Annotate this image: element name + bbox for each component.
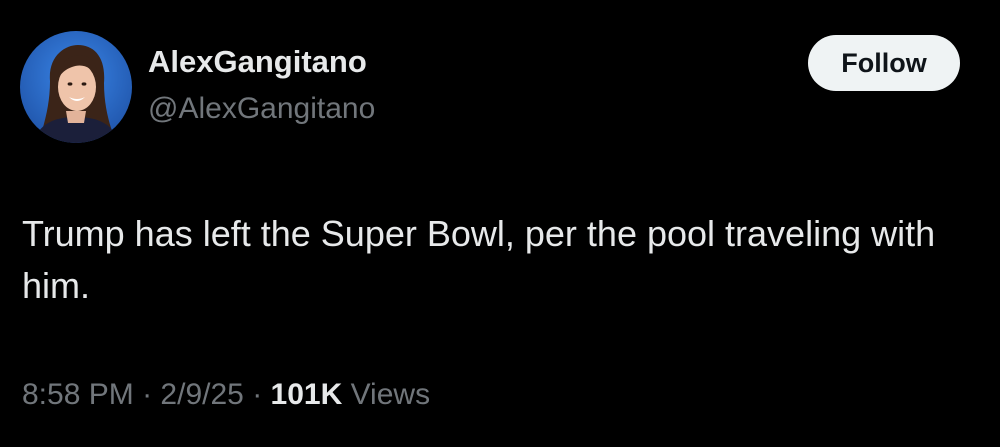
- meta-separator: ·: [252, 378, 263, 411]
- avatar[interactable]: [20, 31, 132, 143]
- views-count[interactable]: 101K: [271, 378, 343, 411]
- tweet-time[interactable]: 8:58 PM: [22, 378, 134, 411]
- tweet-text: Trump has left the Super Bowl, per the p…: [22, 213, 936, 306]
- tweet-date[interactable]: 2/9/25: [160, 378, 243, 411]
- tweet-meta: 8:58 PM · 2/9/25 · 101K Views: [22, 374, 430, 416]
- profile-photo-icon: [20, 31, 132, 143]
- follow-button[interactable]: Follow: [808, 35, 960, 91]
- author-handle[interactable]: @AlexGangitano: [148, 89, 375, 129]
- tweet-card: AlexGangitano @AlexGangitano Follow Trum…: [0, 0, 1000, 447]
- meta-separator: ·: [142, 378, 153, 411]
- views-label: Views: [350, 378, 431, 411]
- author-display-name[interactable]: AlexGangitano: [148, 42, 367, 82]
